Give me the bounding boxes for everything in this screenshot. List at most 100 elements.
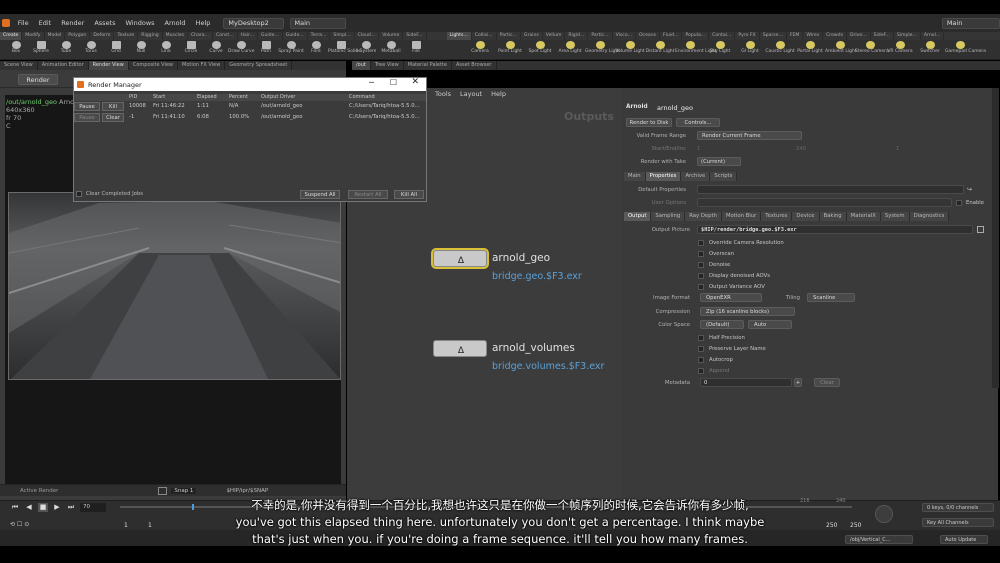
shelf-tab[interactable]: Contai... — [709, 32, 736, 40]
take-menu[interactable]: (Current) — [697, 157, 741, 166]
param-sub-tab[interactable]: Ray Depth — [685, 212, 722, 221]
menu-render[interactable]: Render — [56, 19, 89, 27]
shelf-tab[interactable]: Rigid... — [565, 32, 589, 40]
param-sub-tab[interactable]: Motion Blur — [721, 212, 762, 221]
pane-tab[interactable]: Composite View — [129, 61, 178, 70]
shelf-tool[interactable]: Path — [253, 41, 279, 59]
shelf-tab[interactable]: Modify — [22, 32, 45, 40]
shelf-tab[interactable]: Guide... — [283, 32, 308, 40]
pane-tab[interactable]: Asset Browser — [452, 61, 497, 70]
color-space-mode-menu[interactable]: Auto — [748, 320, 792, 329]
suspend-all-button[interactable]: Suspend All — [300, 190, 340, 199]
metadata-clear-button[interactable]: Clear — [814, 378, 840, 387]
shelf-tab[interactable]: Arnol... — [921, 32, 945, 40]
pause-job-button[interactable]: Pause — [74, 102, 100, 111]
shelf-tool[interactable]: VR Camera — [885, 41, 915, 59]
menu-assets[interactable]: Assets — [89, 19, 120, 27]
shelf-tool[interactable]: Camera — [465, 41, 495, 59]
shelf-tab[interactable]: Volume — [379, 32, 404, 40]
shelf-tab[interactable]: Create — [0, 32, 23, 40]
shelf-tab[interactable]: Const... — [213, 32, 238, 40]
node-name-field[interactable]: arnold_geo — [657, 104, 693, 112]
shelf-tab[interactable]: Partic... — [588, 32, 613, 40]
desktop-selector[interactable]: MyDesktop2 — [223, 17, 284, 29]
shelf-tab[interactable]: Partic... — [497, 32, 521, 40]
kill-job-button[interactable]: Kill — [102, 102, 124, 111]
enable-checkbox[interactable] — [956, 200, 962, 206]
metadata-add-button[interactable]: + — [794, 378, 802, 387]
shelf-tab[interactable]: Sparse... — [760, 32, 787, 40]
close-icon[interactable]: ✕ — [411, 77, 419, 87]
param-checkbox[interactable] — [698, 284, 704, 290]
shelf-tab[interactable]: SideF... — [403, 32, 427, 40]
shelf-tool[interactable]: File — [403, 41, 429, 59]
param-sub-tab[interactable]: Textures — [761, 212, 793, 221]
shelf-tab[interactable]: Cloud... — [355, 32, 380, 40]
shelf-tool[interactable]: Environment Light — [675, 41, 716, 59]
pane-tab[interactable]: Tree View — [371, 61, 404, 70]
shelf-tab[interactable]: Lights... — [446, 32, 472, 40]
kill-all-button[interactable]: Kill All — [394, 190, 424, 199]
shelf-tab[interactable]: Visco... — [613, 32, 636, 40]
param-top-tab[interactable]: Scripts — [710, 172, 738, 181]
controls-button[interactable]: Controls... — [676, 118, 720, 127]
shelf-tool[interactable]: Caustic Light — [765, 41, 795, 59]
network-menu-help[interactable]: Help — [491, 90, 506, 98]
shelf-tab[interactable]: Texture — [114, 32, 139, 40]
minimize-icon[interactable]: ─ — [369, 78, 374, 87]
network-menu-tools[interactable]: Tools — [435, 90, 451, 98]
pane-tab[interactable]: Geometry Spreadsheet — [225, 61, 293, 70]
menu-windows[interactable]: Windows — [121, 19, 160, 27]
param-checkbox[interactable] — [698, 251, 704, 257]
shelf-tab[interactable]: Pyro FX — [735, 32, 760, 40]
param-sub-tab[interactable]: MaterialX — [846, 212, 881, 221]
default-properties-field[interactable] — [697, 185, 964, 194]
shelf-tab[interactable]: Fluid... — [660, 32, 683, 40]
shelf-tab[interactable]: Rigging — [138, 32, 163, 40]
shelf-tool[interactable]: Area Light — [555, 41, 585, 59]
render-job-row[interactable]: Pause Kill 10008 Fri 11:46:22 1:11 N/A/out/ar… — [74, 101, 426, 112]
render-button[interactable]: Render — [18, 74, 58, 85]
shelf-tab[interactable]: Model — [45, 32, 66, 40]
shelf-tool[interactable]: Torus — [78, 41, 104, 59]
tiling-menu[interactable]: Scanline — [807, 293, 855, 302]
shelf-tool[interactable]: Geometry Light — [585, 41, 620, 59]
shelf-tab[interactable]: Crowds — [823, 32, 847, 40]
param-scrollbar[interactable] — [992, 88, 999, 388]
shelf-tool[interactable]: Circle — [178, 41, 204, 59]
param-sub-tab[interactable]: Diagnostics — [909, 212, 950, 221]
snap-selector[interactable]: Snap 1 — [171, 487, 197, 494]
shelf-tab[interactable]: Grains — [521, 32, 543, 40]
shelf-tab[interactable]: Popula... — [682, 32, 710, 40]
shelf-tool[interactable]: Tube — [53, 41, 79, 59]
shelf-tool[interactable]: Point Light — [495, 41, 525, 59]
maximize-icon[interactable]: ☐ — [390, 78, 397, 87]
shelf-tool[interactable]: Stereo Camera — [855, 41, 889, 59]
color-space-menu[interactable]: (Default) — [700, 320, 744, 329]
param-checkbox[interactable] — [698, 273, 704, 279]
shelf-tool[interactable]: Curve — [203, 41, 229, 59]
shelf-tab[interactable]: Collisi... — [472, 32, 497, 40]
shelf-tab[interactable]: Drive... — [847, 32, 871, 40]
menu-file[interactable]: File — [13, 19, 34, 27]
param-checkbox[interactable] — [698, 357, 704, 363]
pane-tab[interactable]: Material Palette — [404, 61, 452, 70]
restart-all-button[interactable]: Restart All — [348, 190, 388, 199]
param-checkbox[interactable] — [698, 262, 704, 268]
shelf-tool[interactable]: Distant Light — [645, 41, 675, 59]
param-sub-tab[interactable]: Device — [792, 212, 820, 221]
node-arnold-geo[interactable]: Δ — [433, 250, 487, 267]
metadata-field[interactable]: 0 — [700, 378, 792, 387]
arrow-icon[interactable]: ↪ — [967, 186, 975, 193]
shelf-tab[interactable]: FEM — [787, 32, 804, 40]
clear-completed-checkbox[interactable] — [76, 191, 82, 197]
menu-help[interactable]: Help — [191, 19, 216, 27]
shelf-tool[interactable]: Sphere — [28, 41, 54, 59]
param-sub-tab[interactable]: Output — [624, 212, 652, 221]
pane-tab[interactable]: Animation Editor — [38, 61, 89, 70]
param-top-tab[interactable]: Main — [624, 172, 646, 181]
kill-job-button[interactable]: Clear — [102, 113, 124, 122]
param-sub-tab[interactable]: System — [880, 212, 910, 221]
shelf-tab[interactable]: Simpl... — [330, 32, 355, 40]
user-options-field[interactable] — [697, 198, 952, 207]
